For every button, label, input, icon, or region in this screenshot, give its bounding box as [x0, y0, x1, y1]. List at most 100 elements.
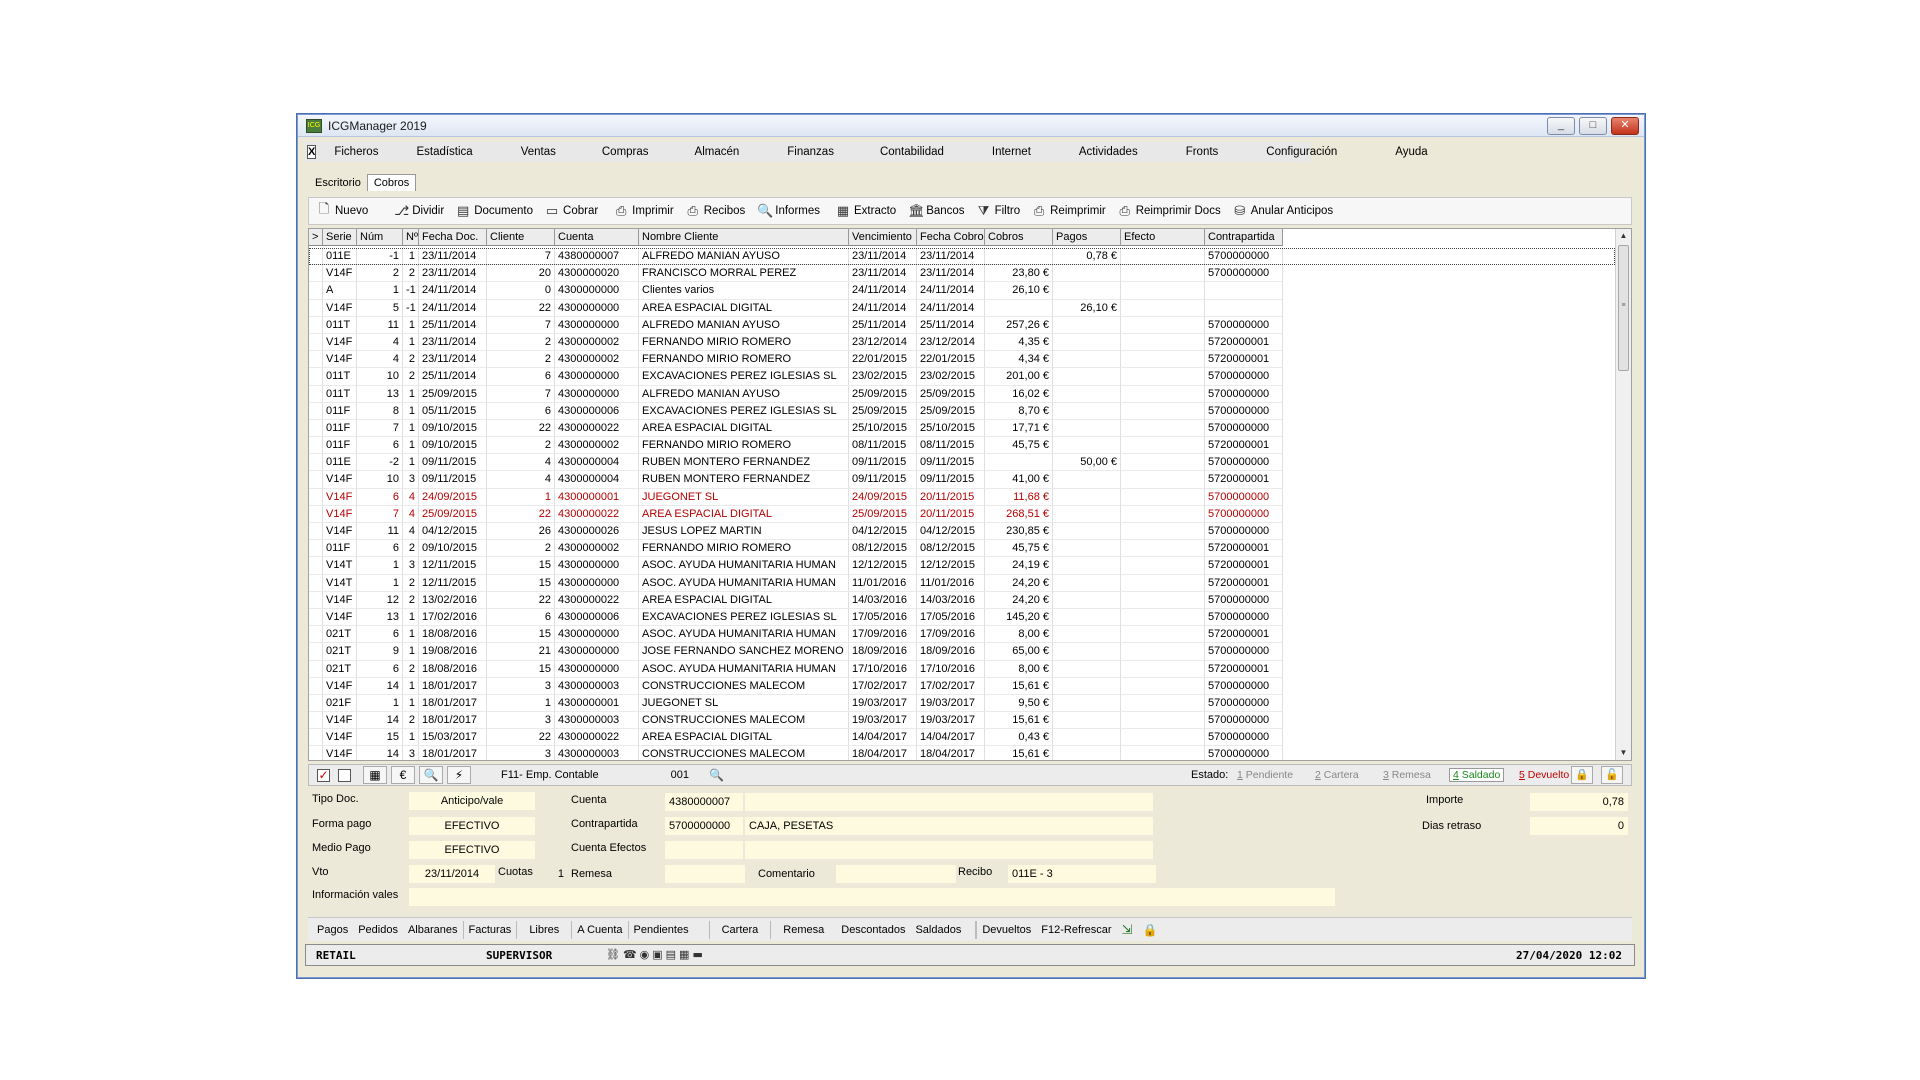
estado-devuelto[interactable]: 5 Devuelto [1519, 769, 1569, 781]
menu-internet[interactable]: Internet [988, 146, 1035, 158]
menu-almacen[interactable]: Almacén [691, 146, 744, 158]
reimprimir-docs-button[interactable]: ⎙ Reimprimir Docs [1118, 203, 1221, 219]
dividir-button[interactable]: ⎇ Dividir [394, 203, 444, 219]
medio-pago-field[interactable]: EFECTIVO [409, 841, 535, 859]
table-row[interactable]: 011T 13 1 25/09/2015 7 4300000000 ALFREDO MANI… [309, 385, 1615, 403]
column-header[interactable]: Fecha Doc. [419, 229, 487, 246]
scroll-thumb[interactable]: ≡ [1618, 245, 1629, 371]
estado-pendiente[interactable]: 1 Pendiente [1237, 769, 1293, 781]
tab-descontados[interactable]: Descontados [836, 921, 910, 939]
table-row[interactable]: 011E -2 1 09/11/2015 4 4300000004 RUBEN MONTER… [309, 454, 1615, 472]
cobros-grid[interactable]: > Serie Núm Nº Fecha Doc. Cliente Cuenta Nombre… [308, 228, 1632, 761]
table-row[interactable]: 021T 6 1 18/08/2016 15 4300000000 ASOC. AYUDA … [309, 626, 1615, 644]
tab-remesa[interactable]: Remesa [771, 921, 836, 939]
tab-libres[interactable]: Libres [517, 920, 573, 939]
menu-compras[interactable]: Compras [598, 146, 653, 158]
contrapartida-field[interactable]: 5700000000 [665, 817, 743, 835]
refresh-button[interactable]: F12-Refrescar [1036, 921, 1116, 939]
table-row[interactable]: V14F 11 4 04/12/2015 26 4300000026 JESUS LOPEZ… [309, 523, 1615, 541]
deselect-checkbox[interactable] [338, 768, 351, 782]
column-header[interactable]: Contrapartida [1205, 229, 1283, 246]
informes-button[interactable]: 🔍 Informes [757, 203, 820, 219]
export-icon[interactable]: ⇲ [1117, 921, 1138, 939]
comentario-field[interactable] [836, 865, 956, 883]
recibo-field[interactable]: 011E - 3 [1008, 865, 1156, 883]
table-row[interactable]: 011T 10 2 25/11/2014 6 4300000000 EXCAVACIONES… [309, 368, 1615, 386]
table-row[interactable]: V14F 7 4 25/09/2015 22 4300000022 AREA ESPACIA… [309, 505, 1615, 523]
maximize-button[interactable]: □ [1579, 117, 1607, 135]
menu-finanzas[interactable]: Finanzas [783, 146, 838, 158]
column-header[interactable]: Nombre Cliente [639, 229, 849, 246]
search-icon[interactable]: 🔍 [419, 766, 443, 784]
estado-cartera[interactable]: 2 Cartera [1315, 769, 1359, 781]
reimprimir-button[interactable]: ⎙ Reimprimir [1032, 203, 1106, 219]
minimize-button[interactable]: _ [1547, 117, 1575, 135]
column-header[interactable]: Serie [323, 229, 357, 246]
calculator-icon[interactable]: ▦ [363, 766, 387, 784]
table-row[interactable]: V14F 4 2 23/11/2014 2 4300000002 FERNANDO MIRI… [309, 351, 1615, 369]
tab-pendientes[interactable]: Pendientes [629, 920, 710, 939]
lock-icon[interactable]: 🔒 [1571, 766, 1593, 784]
menu-configuracion[interactable]: Configuración [1262, 146, 1341, 158]
forma-pago-field[interactable]: EFECTIVO [409, 817, 535, 835]
table-row[interactable]: 011E -1 1 23/11/2014 7 4380000007 ALFREDO MANI… [309, 248, 1615, 266]
tab-pagos[interactable]: Pagos [312, 921, 353, 939]
column-header[interactable]: Cobros [985, 229, 1053, 246]
tray-icons[interactable]: ⛓☎◉▣▤▦▬ [606, 948, 706, 961]
table-row[interactable]: V14T 1 3 12/11/2015 15 4300000000 ASOC. AYUDA … [309, 557, 1615, 575]
table-row[interactable]: V14F 2 2 23/11/2014 20 4300000020 FRANCISCO MO… [309, 265, 1615, 283]
tab-albaranes[interactable]: Albaranes [403, 920, 464, 939]
cobrar-button[interactable]: ▭ Cobrar [545, 203, 598, 219]
importe-field[interactable]: 0,78 [1530, 793, 1628, 811]
cuotas-field[interactable]: 1 [542, 865, 568, 883]
column-header[interactable]: Núm [357, 229, 403, 246]
menu-ventas[interactable]: Ventas [517, 146, 560, 158]
tab-saldados[interactable]: Saldados [910, 920, 977, 939]
euro-icon[interactable]: € [391, 766, 415, 784]
select-all-checkbox[interactable]: ✓ [317, 768, 330, 782]
nuevo-button[interactable]: 🗋 Nuevo [317, 200, 368, 222]
documento-button[interactable]: ▤ Documento [456, 203, 533, 219]
estado-remesa[interactable]: 3 Remesa [1383, 769, 1431, 781]
table-row[interactable]: V14F 14 3 18/01/2017 3 4300000003 CONSTRUCCION… [309, 746, 1615, 760]
menu-ayuda[interactable]: Ayuda [1391, 146, 1431, 158]
unlock-icon[interactable]: 🔓 [1601, 766, 1623, 784]
menu-actividades[interactable]: Actividades [1075, 146, 1142, 158]
column-header[interactable]: Nº [403, 229, 419, 246]
column-header[interactable]: Fecha Cobro [917, 229, 985, 246]
tab-cobros[interactable]: Cobros [366, 174, 417, 191]
table-row[interactable]: V14F 15 1 15/03/2017 22 4300000022 AREA ESPACI… [309, 729, 1615, 747]
table-row[interactable]: V14F 10 3 09/11/2015 4 4300000004 RUBEN MONTER… [309, 471, 1615, 489]
column-header[interactable]: Efecto [1121, 229, 1205, 246]
menu-estadistica[interactable]: Estadística [412, 146, 476, 158]
menu-ficheros[interactable]: Ficheros [330, 146, 382, 158]
flash-icon[interactable]: ⚡ [447, 766, 471, 784]
menu-fronts[interactable]: Fronts [1182, 146, 1223, 158]
column-header[interactable]: Cuenta [555, 229, 639, 246]
table-row[interactable]: 011T 11 1 25/11/2014 7 4300000000 ALFREDO MANI… [309, 316, 1615, 334]
table-row[interactable]: 011F 7 1 09/10/2015 22 4300000022 AREA ESPACIA… [309, 419, 1615, 438]
table-row[interactable]: A 1 -1 24/11/2014 0 4300000000 Clientes varios… [309, 282, 1615, 300]
table-row[interactable]: V14F 12 2 13/02/2016 22 4300000022 AREA ESPACI… [309, 591, 1615, 609]
column-header[interactable]: Vencimiento [849, 229, 917, 246]
table-row[interactable]: 011F 6 2 09/10/2015 2 4300000002 FERNANDO MIRI… [309, 540, 1615, 558]
table-row[interactable]: 021F 1 1 18/01/2017 1 4300000001 JUEGONET SL 19… [309, 694, 1615, 713]
empresa-search-icon[interactable]: 🔍 [709, 768, 724, 782]
scroll-down-icon[interactable]: ▼ [1616, 746, 1631, 760]
table-row[interactable]: V14F 13 1 17/02/2016 6 4300000006 EXCAVACIONES… [309, 608, 1615, 627]
bancos-button[interactable]: 🏛 Bancos [908, 203, 964, 219]
scroll-up-icon[interactable]: ▲ [1616, 229, 1631, 243]
table-row[interactable]: 011F 6 1 09/10/2015 2 4300000002 FERNANDO MIRI… [309, 437, 1615, 455]
cuenta-field[interactable]: 4380000007 [665, 793, 743, 811]
tab-pedidos[interactable]: Pedidos [353, 921, 403, 939]
tab-cartera[interactable]: Cartera [710, 920, 772, 939]
vto-field[interactable]: 23/11/2014 [409, 865, 495, 883]
table-row[interactable]: 021T 9 1 19/08/2016 21 4300000000 JOSE FERNAND… [309, 643, 1615, 661]
table-row[interactable]: V14F 14 1 18/01/2017 3 4300000003 CONSTRUCCION… [309, 677, 1615, 695]
tipo-doc-field[interactable]: Anticipo/vale [409, 792, 535, 810]
bottom-lock-icon[interactable]: 🔒 [1137, 921, 1162, 939]
table-row[interactable]: V14F 6 4 24/09/2015 1 4300000001 JUEGONET SL 24… [309, 488, 1615, 506]
table-row[interactable]: V14F 4 1 23/11/2014 2 4300000002 FERNANDO MIRI… [309, 333, 1615, 352]
remesa-field[interactable] [665, 865, 745, 883]
extracto-button[interactable]: ▦ Extracto [836, 203, 896, 219]
